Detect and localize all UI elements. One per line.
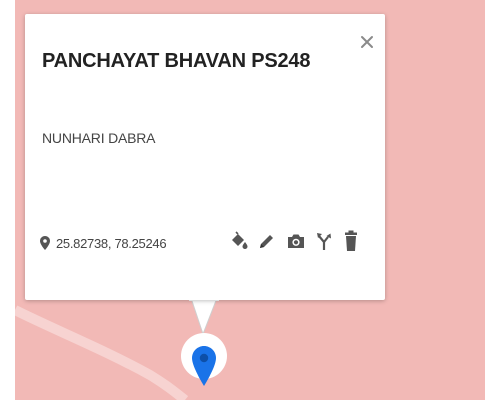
feature-title: PANCHAYAT BHAVAN PS248 xyxy=(42,50,311,72)
delete-button[interactable] xyxy=(340,228,362,254)
map-marker-icon[interactable] xyxy=(192,346,216,386)
close-icon[interactable] xyxy=(359,34,375,50)
coordinates-value: 25.82738, 78.25246 xyxy=(56,235,167,251)
style-button[interactable] xyxy=(228,228,250,254)
edit-button[interactable] xyxy=(255,228,277,254)
feature-description: NUNHARI DABRA xyxy=(42,130,156,146)
feature-popup: PANCHAYAT BHAVAN PS248 NUNHARI DABRA 25.… xyxy=(25,14,385,300)
directions-button[interactable] xyxy=(313,228,335,254)
directions-icon xyxy=(317,233,331,250)
fill-color-icon xyxy=(232,231,248,249)
add-photo-button[interactable] xyxy=(285,228,307,254)
location-pin-icon xyxy=(40,236,50,250)
pencil-icon xyxy=(260,235,273,248)
popup-tail xyxy=(189,298,219,336)
trash-icon xyxy=(345,230,357,251)
coordinates-row: 25.82738, 78.25246 xyxy=(40,234,167,252)
camera-icon xyxy=(288,234,304,248)
